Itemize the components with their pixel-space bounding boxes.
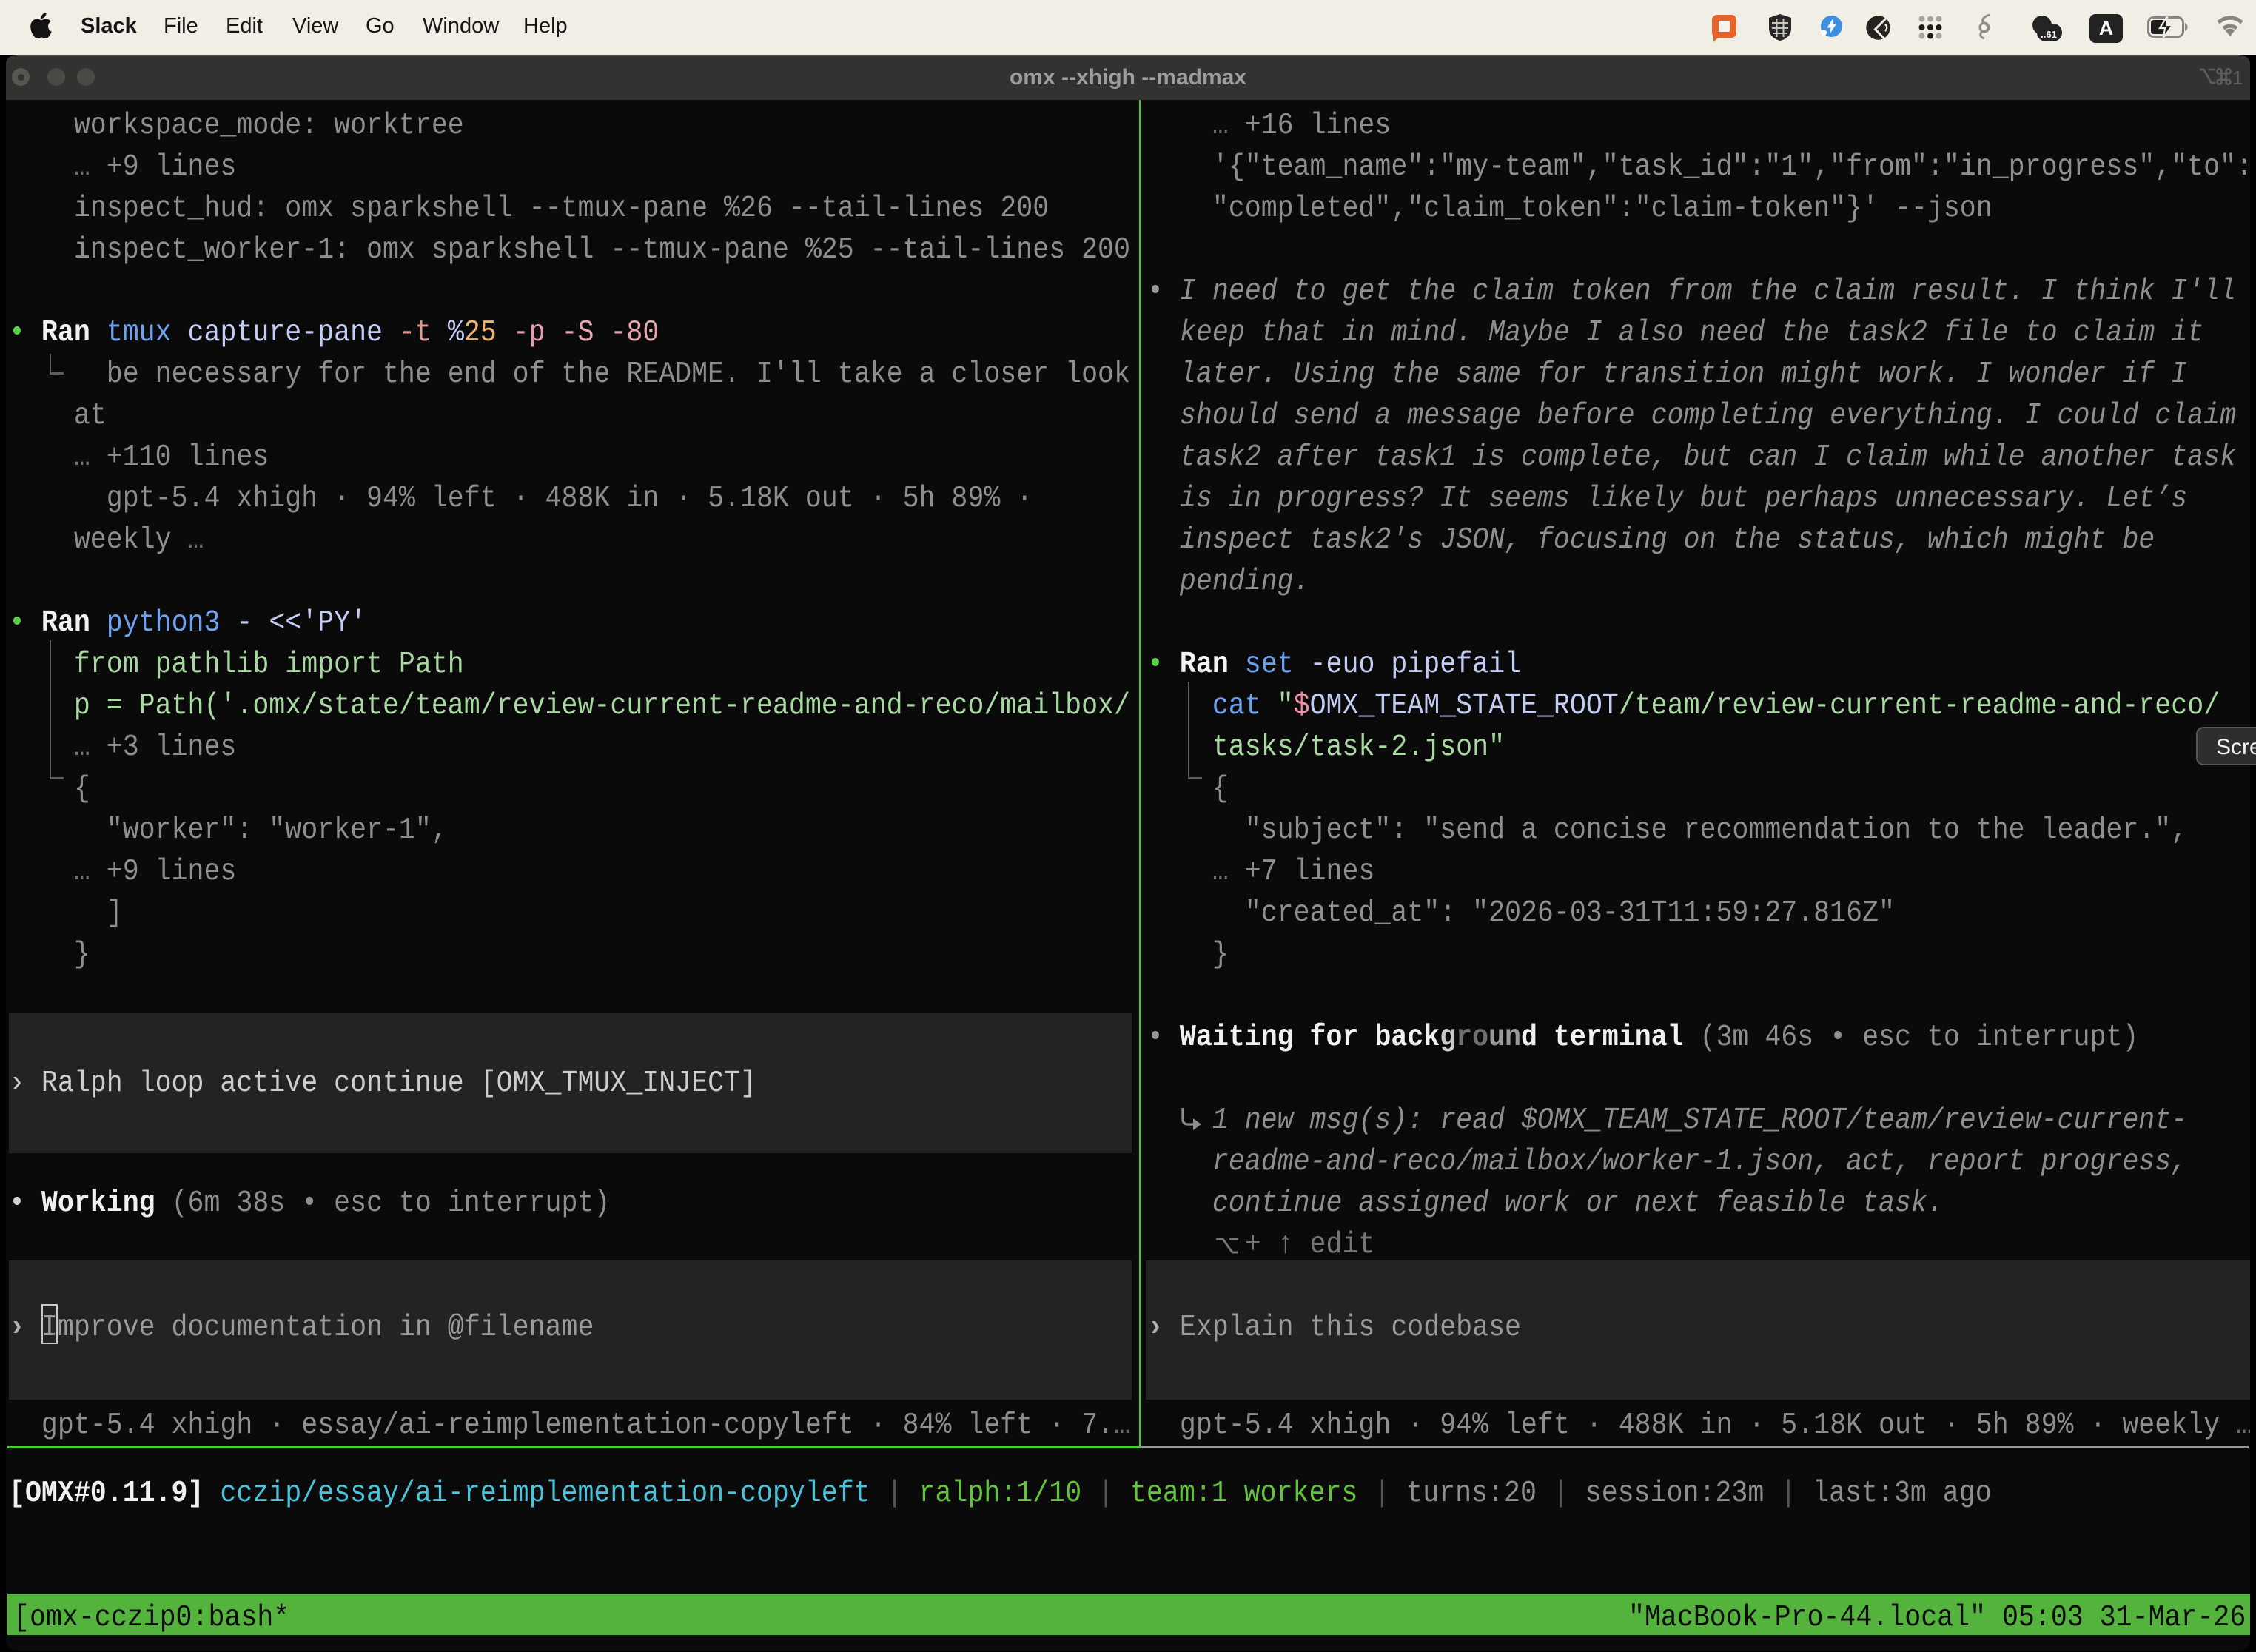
svg-text:..61: ..61	[2041, 29, 2057, 40]
